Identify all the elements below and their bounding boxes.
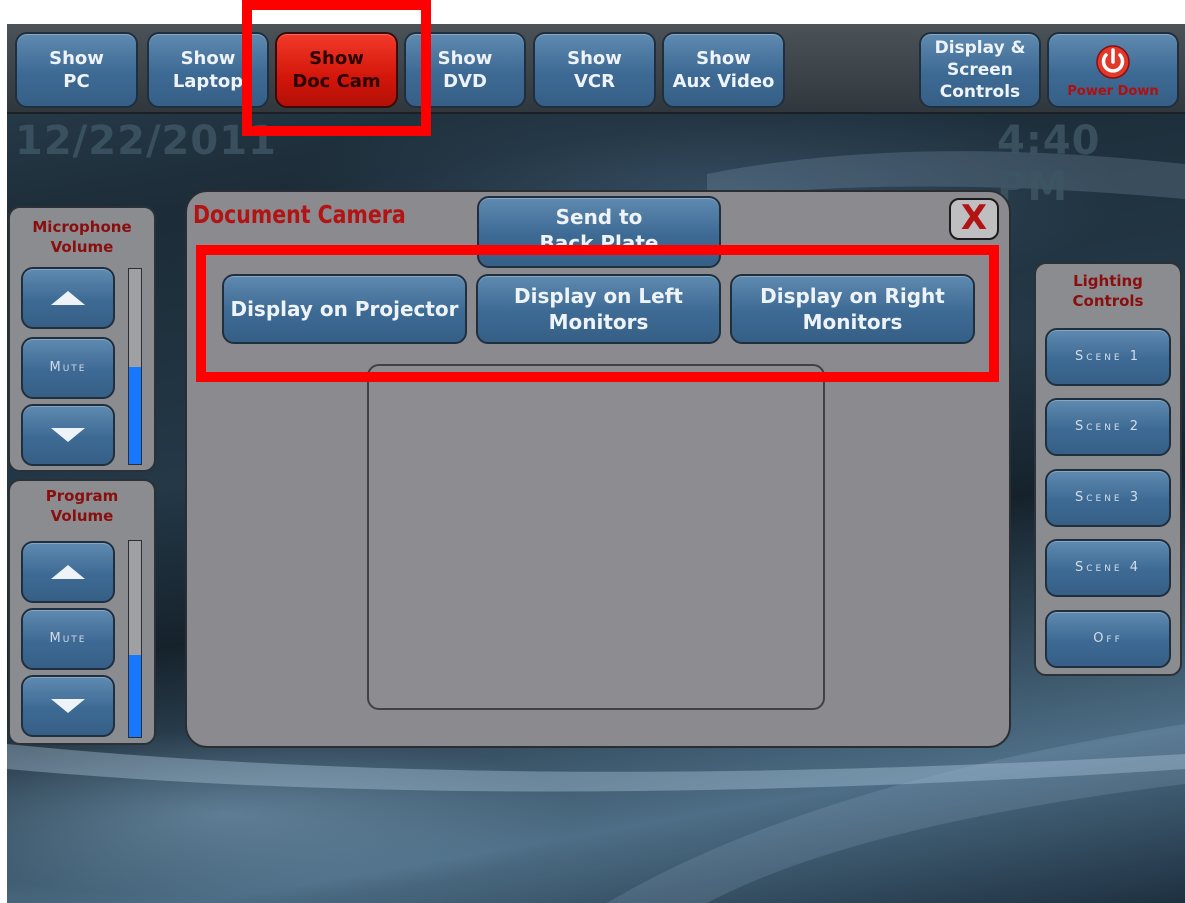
microphone-mute-label: Mute	[49, 359, 87, 375]
lighting-controls-title: Lighting Controls	[1072, 272, 1144, 310]
program-mute-label: Mute	[49, 630, 87, 646]
highlight-box-doc-cam	[242, 0, 431, 136]
display-screen-controls-button[interactable]: Display & Screen Controls	[919, 32, 1041, 108]
scene-4-label: Scene 4	[1074, 559, 1142, 575]
lights-off-label: Off	[1093, 630, 1123, 646]
show-vcr-label: Show VCR	[567, 47, 622, 92]
microphone-volume-up-button[interactable]	[21, 267, 115, 329]
program-mute-button[interactable]: Mute	[21, 608, 115, 670]
arrow-up-icon	[51, 291, 85, 305]
show-laptop-label: Show Laptop	[172, 47, 244, 92]
touch-panel-screen: Show PC Show Laptop Show Doc Cam Show DV…	[7, 24, 1185, 903]
show-vcr-button[interactable]: Show VCR	[533, 32, 656, 108]
microphone-volume-title: Microphone Volume	[32, 218, 132, 256]
lighting-controls-panel: Lighting Controls Scene 1 Scene 2 Scene …	[1034, 262, 1182, 676]
arrow-up-icon	[51, 565, 85, 579]
arrow-down-icon	[51, 699, 85, 713]
scene-3-label: Scene 3	[1074, 489, 1142, 505]
scene-1-button[interactable]: Scene 1	[1045, 328, 1171, 386]
show-pc-button[interactable]: Show PC	[15, 32, 138, 108]
program-volume-down-button[interactable]	[21, 675, 115, 737]
scene-2-label: Scene 2	[1074, 418, 1142, 434]
program-volume-panel: Program Volume Mute	[8, 479, 156, 745]
program-volume-up-button[interactable]	[21, 541, 115, 603]
scene-2-button[interactable]: Scene 2	[1045, 398, 1171, 456]
dialog-title: Document Camera	[193, 200, 406, 229]
camera-preview-area	[367, 364, 825, 710]
close-dialog-button[interactable]: X	[949, 198, 999, 240]
program-level-meter	[128, 540, 142, 738]
scene-3-button[interactable]: Scene 3	[1045, 469, 1171, 527]
microphone-level-fill	[129, 366, 141, 464]
lights-off-button[interactable]: Off	[1045, 610, 1171, 668]
microphone-level-meter	[128, 268, 142, 465]
power-down-label: Power Down	[1067, 84, 1159, 100]
microphone-mute-button[interactable]: Mute	[21, 337, 115, 399]
microphone-volume-panel: Microphone Volume Mute	[8, 206, 156, 472]
scene-4-button[interactable]: Scene 4	[1045, 539, 1171, 597]
microphone-volume-down-button[interactable]	[21, 404, 115, 466]
highlight-box-display-buttons	[196, 245, 999, 382]
arrow-down-icon	[51, 428, 85, 442]
power-down-button[interactable]: Power Down	[1047, 32, 1179, 108]
show-aux-video-label: Show Aux Video	[672, 47, 775, 92]
program-level-fill	[129, 654, 141, 737]
program-volume-title: Program Volume	[45, 487, 119, 525]
time-display: 4:40 PM	[997, 118, 1101, 210]
scene-1-label: Scene 1	[1074, 348, 1142, 364]
show-pc-label: Show PC	[49, 47, 104, 92]
power-icon	[1096, 45, 1130, 79]
display-screen-controls-label: Display & Screen Controls	[934, 37, 1026, 103]
show-aux-video-button[interactable]: Show Aux Video	[662, 32, 785, 108]
show-dvd-label: Show DVD	[437, 47, 493, 92]
date-display: 12/22/2011	[15, 118, 277, 164]
